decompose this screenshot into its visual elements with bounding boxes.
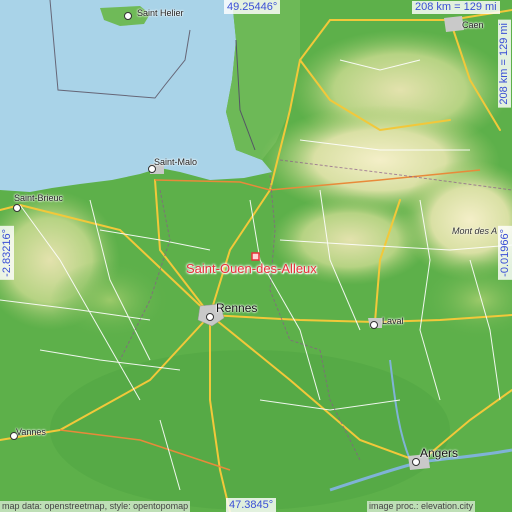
credit-right: image proc.: elevation.city	[367, 501, 476, 512]
city-label-vannes: Vannes	[16, 427, 46, 437]
coord-top: 49.25446°	[224, 0, 281, 14]
city-label-saint-malo: Saint-Malo	[154, 157, 198, 167]
coord-bottom: 47.3845°	[226, 498, 277, 512]
city-label-caen: Caen	[462, 20, 484, 30]
scale-top: 208 km = 129 mi	[412, 1, 500, 14]
caen-urban	[444, 16, 464, 32]
city-label-angers: Angers	[420, 446, 459, 460]
terrain-layer	[0, 0, 512, 512]
city-label-laval: Laval	[382, 316, 404, 326]
laval-dot	[370, 321, 378, 329]
lowland-south	[50, 350, 450, 510]
city-label-rennes: Rennes	[216, 301, 258, 315]
place-label: Saint-Ouen-des-Alleux	[186, 261, 317, 276]
upland-brittany-mid	[50, 260, 170, 340]
coord-left: -2.83216°	[0, 226, 14, 280]
scale-right: 208 km = 129 mi	[498, 20, 511, 108]
saint-helier-dot	[124, 12, 132, 20]
map-canvas[interactable]: Saint Helier Saint-Malo Saint-Brieuc Ren…	[0, 0, 512, 512]
city-label-saint-brieuc: Saint-Brieuc	[14, 193, 64, 203]
angers-dot	[412, 458, 420, 466]
credit-left: map data: openstreetmap, style: opentopo…	[0, 501, 191, 512]
rennes-dot	[206, 313, 214, 321]
place-marker	[251, 252, 260, 261]
city-label-saint-helier: Saint Helier	[137, 8, 184, 18]
saint-brieuc-dot	[13, 204, 21, 212]
city-label-mont-des-avaloirs: Mont des A	[452, 226, 498, 236]
coord-right: -0.01966°	[498, 226, 512, 280]
